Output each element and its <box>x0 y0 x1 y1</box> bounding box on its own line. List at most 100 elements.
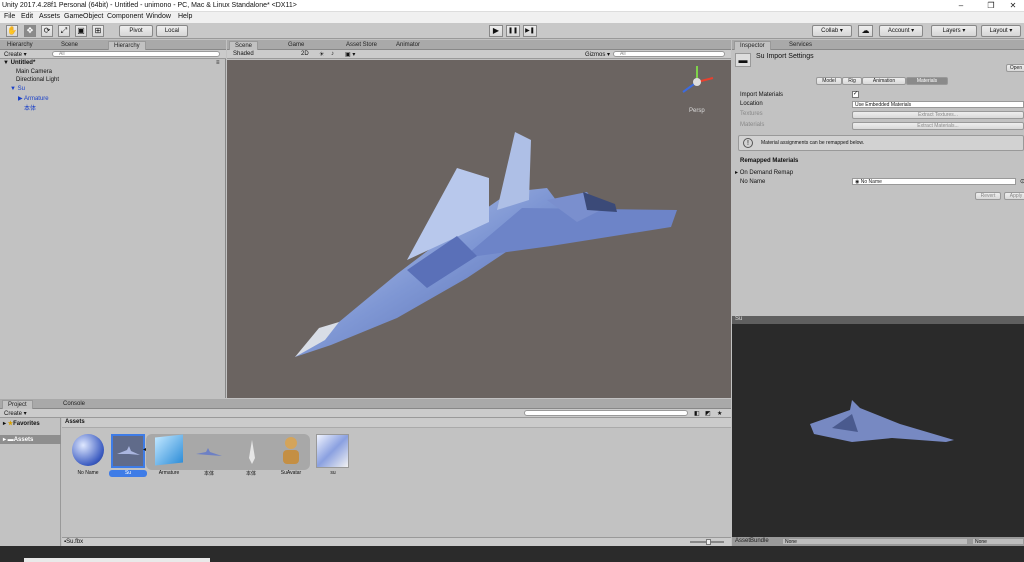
effects-icon[interactable]: ▣ ▾ <box>345 51 355 58</box>
hierarchy-item-armature[interactable]: ▶ Armature <box>18 95 49 102</box>
project-search-input[interactable] <box>524 410 688 416</box>
transform-tool-icon[interactable]: ⊞ <box>92 25 104 37</box>
hierarchy-item-directional-light[interactable]: Directional Light <box>16 77 59 83</box>
filter-type-icon[interactable]: ◧ <box>694 410 700 417</box>
assets-folder-item[interactable]: ▸ ▬Assets <box>0 435 61 444</box>
favorite-star-icon[interactable]: ★ <box>717 410 722 417</box>
import-materials-checkbox[interactable]: ✓ <box>852 91 859 98</box>
move-tool-icon[interactable]: ✥ <box>24 25 36 37</box>
thumbnail-size-handle[interactable] <box>706 539 711 545</box>
tab-scene[interactable]: Scene <box>229 41 259 50</box>
hand-tool-icon[interactable]: ✋ <box>6 25 18 37</box>
minimize-button[interactable]: ‒ <box>952 1 970 11</box>
local-toggle[interactable]: Local <box>156 25 188 37</box>
tab-rig[interactable]: Rig <box>842 77 862 85</box>
menu-assets[interactable]: Assets <box>39 13 60 20</box>
orientation-gizmo-icon[interactable] <box>677 62 717 102</box>
project-create-button[interactable]: Create ▾ <box>4 410 27 417</box>
apply-button[interactable]: Apply <box>1004 192 1024 200</box>
audio-icon[interactable]: ♪ <box>331 51 334 57</box>
asset-body-bone[interactable] <box>240 438 264 466</box>
taskbar-window-indicator[interactable] <box>24 558 210 562</box>
scene-search-input[interactable]: All <box>613 51 725 57</box>
tab-hierarchy[interactable]: Hierarchy <box>2 41 38 50</box>
menu-help[interactable]: Help <box>178 13 192 20</box>
project-sidebar: ▸ ★Favorites ▸ ▬Assets <box>0 418 61 546</box>
step-button[interactable]: ▶❚ <box>523 25 537 37</box>
selected-asset-path: ▪Su.fbx <box>64 539 84 545</box>
close-button[interactable]: ✕ <box>1004 1 1022 11</box>
menu-component[interactable]: Component <box>107 13 143 20</box>
tab-animator[interactable]: Animator <box>391 41 425 50</box>
menu-bar: File Edit Assets GameObject Component Wi… <box>0 12 1024 23</box>
breadcrumb-assets[interactable]: Assets <box>65 419 85 425</box>
menu-edit[interactable]: Edit <box>21 13 33 20</box>
collab-dropdown[interactable]: Collab ▾ <box>812 25 852 37</box>
assetbundle-dropdown[interactable]: None <box>782 538 968 545</box>
asset-su-model[interactable] <box>111 434 145 468</box>
asset-body-mesh[interactable] <box>194 440 224 464</box>
extract-materials-button[interactable]: Extract Materials... <box>852 122 1024 130</box>
account-dropdown[interactable]: Account ▾ <box>879 25 923 37</box>
hierarchy-item-su[interactable]: ▼ Su <box>10 86 25 92</box>
layers-dropdown[interactable]: Layers ▾ <box>931 25 977 37</box>
tab-inspector[interactable]: Inspector <box>734 41 771 50</box>
tab-console[interactable]: Console <box>58 400 90 409</box>
menu-gameobject[interactable]: GameObject <box>64 13 103 20</box>
no-name-material-field[interactable]: ◉ No Name <box>852 178 1016 185</box>
asset-su-avatar[interactable] <box>278 436 304 466</box>
open-button[interactable]: Open <box>1006 64 1024 72</box>
pivot-toggle[interactable]: Pivot <box>119 25 153 37</box>
gizmos-dropdown[interactable]: Gizmos ▾ <box>585 51 610 58</box>
hierarchy-create-button[interactable]: Create ▾ <box>4 51 27 58</box>
layout-dropdown[interactable]: Layout ▾ <box>981 25 1021 37</box>
play-button[interactable]: ▶ <box>489 25 503 37</box>
scene-root-item[interactable]: ▼ Untitled* <box>3 60 35 66</box>
tab-services[interactable]: Services <box>784 41 817 50</box>
tab-materials[interactable]: Materials <box>906 77 948 85</box>
on-demand-remap-foldout[interactable]: ▸ On Demand Remap <box>735 169 793 176</box>
maximize-button[interactable]: ❐ <box>982 1 1000 11</box>
hierarchy-search-input[interactable]: All <box>52 51 220 57</box>
filter-label-icon[interactable]: ◩ <box>705 410 711 417</box>
title-bar: Unity 2017.4.28f1 Personal (64bit) - Unt… <box>0 0 1024 12</box>
rect-tool-icon[interactable]: ▣ <box>75 25 87 37</box>
shading-mode-dropdown[interactable]: Shaded <box>233 51 295 57</box>
menu-window[interactable]: Window <box>146 13 171 20</box>
tab-project[interactable]: Project <box>2 400 33 409</box>
lighting-icon[interactable]: ☀ <box>319 51 324 58</box>
model-file-icon: ▬ <box>735 53 751 67</box>
info-text: Material assignments can be remapped bel… <box>761 140 865 146</box>
tab-game[interactable]: Game <box>283 41 309 50</box>
preview-viewport[interactable] <box>732 324 1024 537</box>
asset-no-name-material[interactable] <box>72 434 104 466</box>
perspective-label[interactable]: Persp <box>689 108 705 114</box>
scale-tool-icon[interactable]: ⤢ <box>58 25 70 37</box>
object-picker-icon[interactable]: ⊙ <box>1020 178 1024 185</box>
preview-header: Su <box>732 316 1024 324</box>
tab-asset-store[interactable]: Asset Store <box>341 41 382 50</box>
scene-menu-icon[interactable]: ≡ <box>216 60 220 66</box>
preview-panel: Su AssetBundle None None <box>732 316 1024 546</box>
tab-scene-small[interactable]: Scene <box>56 41 83 50</box>
extract-textures-button[interactable]: Extract Textures... <box>852 111 1024 119</box>
asset-su-texture[interactable] <box>316 434 349 468</box>
revert-button[interactable]: Revert <box>975 192 1001 200</box>
inspector-tab-row: Inspector Services <box>732 40 1024 50</box>
cloud-icon[interactable]: ☁ <box>858 25 873 37</box>
menu-file[interactable]: File <box>4 13 15 20</box>
pause-button[interactable]: ❚❚ <box>506 25 520 37</box>
location-dropdown[interactable]: Use Embedded Materials <box>852 101 1024 108</box>
assetbundle-variant-dropdown[interactable]: None <box>972 538 1024 545</box>
hierarchy-item-main-camera[interactable]: Main Camera <box>16 69 52 75</box>
tab-animation[interactable]: Animation <box>862 77 906 85</box>
2d-toggle[interactable]: 2D <box>301 51 309 57</box>
scene-viewport[interactable]: Persp <box>227 60 731 398</box>
tab-hierarchy-active[interactable]: Hierarchy <box>108 41 146 50</box>
hierarchy-item-body[interactable]: 本体 <box>24 103 36 112</box>
asset-armature[interactable] <box>155 434 183 466</box>
favorites-folder[interactable]: ▸ ★Favorites <box>3 420 40 427</box>
tab-model[interactable]: Model <box>816 77 842 85</box>
collapse-arrow-icon[interactable]: ◂ <box>143 446 146 453</box>
rotate-tool-icon[interactable]: ⟳ <box>41 25 53 37</box>
